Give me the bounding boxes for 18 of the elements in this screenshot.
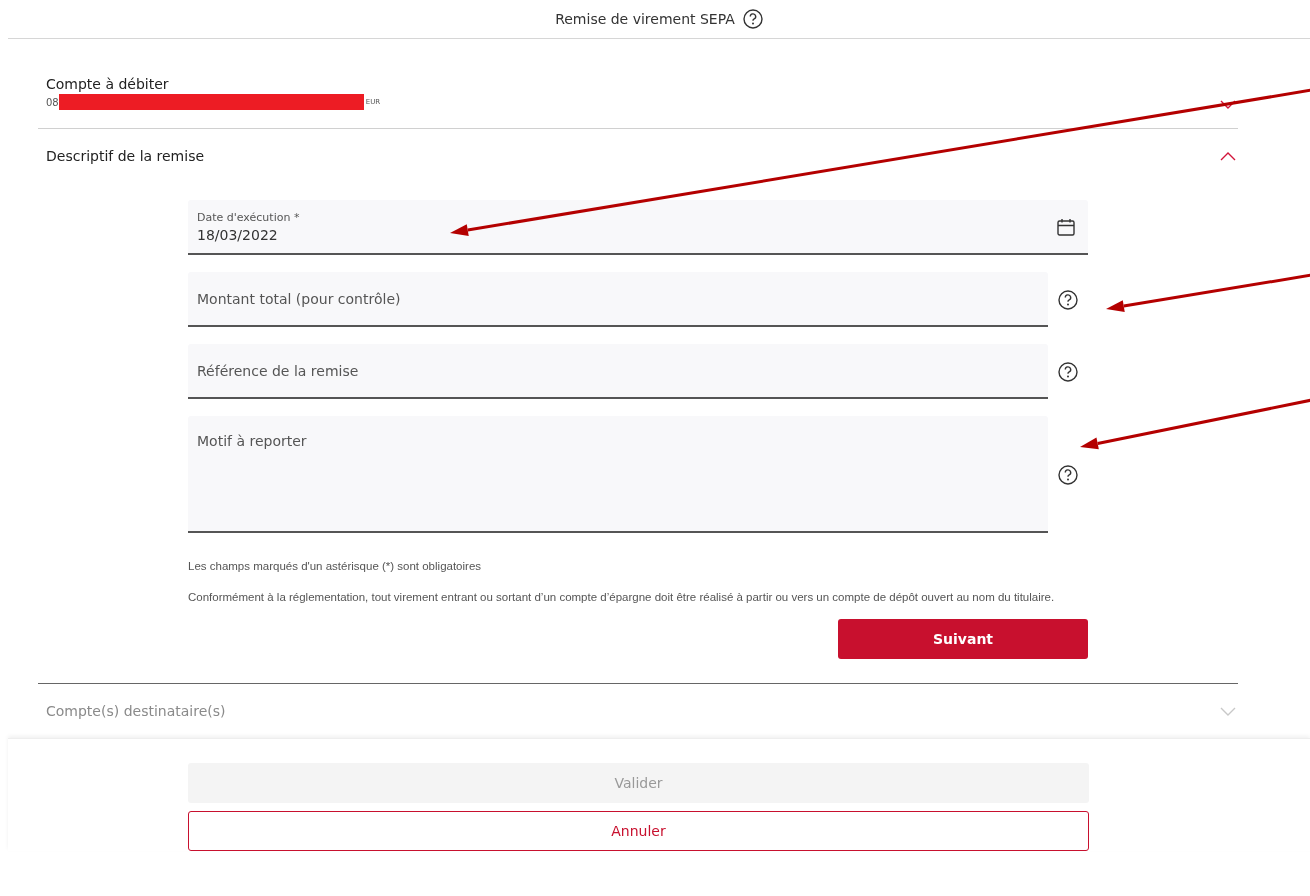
info-text: Conformément à la réglementation, tout virement entrant ou sortant d’un compte d’épargne doit être réalisé à partir ou vers un compte de dépôt ouvert au nom du titulaire. bbox=[188, 590, 1056, 605]
help-icon[interactable] bbox=[1058, 464, 1078, 485]
info-text: Les champs marqués d'un astérisque (*) sont obligatoires bbox=[188, 559, 483, 574]
help-icon[interactable] bbox=[1058, 289, 1078, 310]
calendar-icon[interactable] bbox=[1057, 217, 1075, 236]
section-title[interactable]: Descriptif de la remise bbox=[46, 148, 205, 164]
next-button[interactable]: Suivant bbox=[838, 619, 1088, 659]
input-field[interactable]: Référence de la remise bbox=[188, 344, 1048, 399]
date-field[interactable]: Date d'exécution * 18/03/2022 bbox=[188, 200, 1088, 255]
chevron-up-icon[interactable] bbox=[1220, 150, 1236, 162]
section-title[interactable]: Compte à débiter bbox=[46, 76, 381, 92]
account-number: 08 bbox=[46, 96, 59, 108]
help-icon[interactable] bbox=[1058, 361, 1078, 382]
input-field[interactable]: Montant total (pour contrôle) bbox=[188, 272, 1048, 327]
text-area[interactable]: Motif à reporter bbox=[188, 416, 1048, 533]
cancel-button[interactable]: Annuler bbox=[188, 811, 1089, 851]
page-title: Remise de virement SEPA bbox=[555, 11, 735, 27]
help-icon[interactable] bbox=[742, 9, 763, 29]
